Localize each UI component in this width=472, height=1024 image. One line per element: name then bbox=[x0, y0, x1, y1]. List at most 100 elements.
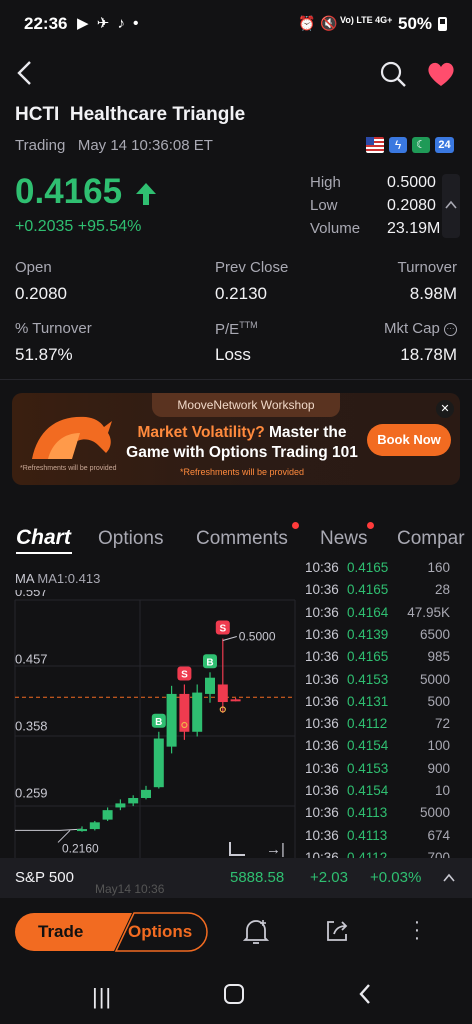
recent-apps-icon[interactable]: ||| bbox=[92, 984, 112, 1010]
trade-volume: 900 bbox=[427, 760, 450, 776]
trade-row: 10:36 0.4164 47.95K bbox=[305, 605, 450, 627]
trade-price: 0.4153 bbox=[347, 671, 389, 687]
volume-value: 23.19M bbox=[387, 220, 441, 237]
stock-name: Healthcare Triangle bbox=[69, 104, 246, 125]
price-alert-icon[interactable] bbox=[243, 918, 269, 946]
trade-row: 10:36 0.4131 500 bbox=[305, 693, 450, 716]
chart-time-label: May14 10:36 bbox=[95, 882, 165, 896]
trade-volume: 985 bbox=[427, 649, 450, 665]
index-ticker-bar[interactable]: S&P 500 May14 10:36 5888.58 +2.03 +0.03% bbox=[0, 858, 472, 898]
change-value: +0.2035 bbox=[15, 218, 74, 235]
trade-price: 0.4153 bbox=[347, 760, 389, 776]
trade-volume: 5000 bbox=[419, 805, 450, 821]
stat-open-value: 0.2080 bbox=[15, 284, 67, 303]
home-icon[interactable] bbox=[224, 984, 244, 1004]
index-change-pct: +0.03% bbox=[370, 869, 422, 886]
trade-volume: 160 bbox=[427, 560, 450, 575]
trade-price: 0.4154 bbox=[347, 783, 389, 798]
trade-volume: 700 bbox=[427, 849, 450, 858]
close-banner-icon[interactable]: ✕ bbox=[436, 400, 454, 418]
trade-volume: 28 bbox=[434, 582, 450, 598]
tab-news[interactable]: News bbox=[320, 528, 368, 550]
stock-title: HCTI Healthcare Triangle bbox=[15, 104, 245, 126]
detail-tabs: Chart Options Comments News Compar bbox=[0, 520, 472, 560]
trade-time: 10:36 bbox=[305, 760, 339, 776]
collapse-quote-button[interactable] bbox=[442, 174, 460, 238]
trade-time: 10:36 bbox=[305, 693, 339, 709]
banner-headline-accent: Market Volatility? bbox=[137, 424, 265, 441]
high-value: 0.5000 bbox=[387, 174, 436, 191]
banner-headline-rest: Master the bbox=[264, 424, 347, 441]
trade-time: 10:36 bbox=[305, 626, 339, 642]
status-time: 22:36 bbox=[24, 14, 68, 33]
banner-note: *Refreshments will be provided bbox=[179, 467, 305, 477]
share-icon[interactable] bbox=[324, 918, 350, 944]
options-button[interactable]: Options bbox=[128, 922, 192, 942]
stat-turnover-label: Turnover bbox=[397, 259, 457, 276]
tab-company[interactable]: Compar bbox=[397, 528, 465, 550]
trade-row: 10:36 0.4139 6500 bbox=[305, 626, 450, 649]
time-and-sales[interactable]: 10:36 0.4165 160 10:36 0.4165 28 10:36 0.4164 47… bbox=[0, 560, 472, 858]
trade-volume: 72 bbox=[434, 716, 450, 732]
more-info-icon[interactable]: ··· bbox=[444, 322, 457, 336]
stat-prevclose-label: Prev Close bbox=[215, 259, 289, 276]
trade-time: 10:36 bbox=[305, 805, 339, 821]
banner-tag: MooveNetwork Workshop bbox=[152, 393, 340, 417]
banner-note-small: *Refreshments will be provided bbox=[20, 465, 117, 472]
trade-row: 10:36 0.4153 5000 bbox=[305, 671, 450, 694]
trade-price: 0.4113 bbox=[347, 827, 388, 843]
trade-price: 0.4131 bbox=[347, 693, 389, 709]
chevron-up-icon[interactable] bbox=[442, 871, 456, 885]
last-price: 0.4165 bbox=[15, 172, 158, 212]
news-notification-dot bbox=[367, 522, 374, 529]
trade-time: 10:36 bbox=[305, 582, 339, 598]
more-vertical-icon[interactable]: · · · bbox=[412, 912, 422, 948]
arrow-up-icon bbox=[135, 182, 156, 205]
trade-price: 0.4139 bbox=[347, 626, 389, 642]
trade-price: 0.4165 bbox=[347, 582, 389, 598]
stat-pe-label: P/ETTM bbox=[215, 320, 258, 338]
quote-timestamp: May 14 10:36:08 ET bbox=[77, 137, 213, 154]
stat-mktcap-value: 18.78M bbox=[400, 345, 457, 364]
trade-price: 0.4112 bbox=[347, 716, 388, 732]
session-status: Trading bbox=[15, 137, 66, 154]
banner-headline: Market Volatility? Master the bbox=[122, 424, 362, 442]
trade-volume: 10 bbox=[434, 783, 450, 798]
trade-row: 10:36 0.4154 100 bbox=[305, 738, 450, 760]
tab-options[interactable]: Options bbox=[98, 528, 163, 550]
price-change: +0.2035 +95.54% bbox=[15, 218, 141, 236]
book-now-button[interactable]: Book Now bbox=[367, 424, 451, 456]
section-divider bbox=[0, 379, 472, 380]
trade-button[interactable]: Trade bbox=[38, 922, 83, 942]
high-label: High bbox=[310, 174, 341, 191]
moon-badge-icon: ☾ bbox=[412, 137, 430, 153]
low-value: 0.2080 bbox=[387, 197, 436, 214]
trade-time: 10:36 bbox=[305, 716, 339, 732]
trade-price: 0.4113 bbox=[347, 805, 388, 821]
trade-price: 0.4112 bbox=[347, 849, 388, 858]
trade-row: 10:36 0.4165 160 bbox=[305, 560, 450, 582]
trade-volume: 5000 bbox=[419, 671, 450, 687]
stat-pct-turnover-value: 51.87% bbox=[15, 345, 73, 364]
stat-turnover-value: 8.98M bbox=[409, 284, 457, 303]
back-icon[interactable] bbox=[12, 56, 38, 90]
bull-logo-icon bbox=[32, 416, 112, 459]
stat-pe-value: Loss bbox=[215, 345, 251, 364]
alarm-icon: ⏰ bbox=[298, 15, 316, 31]
trade-row: 10:36 0.4112 700 bbox=[305, 849, 450, 858]
back-nav-icon[interactable] bbox=[357, 983, 373, 1005]
trade-time: 10:36 bbox=[305, 738, 339, 754]
trade-price: 0.4154 bbox=[347, 738, 389, 754]
favorite-heart-icon[interactable] bbox=[426, 60, 456, 88]
search-icon[interactable] bbox=[379, 60, 407, 88]
trade-volume: 500 bbox=[427, 693, 450, 709]
battery-icon bbox=[438, 17, 447, 31]
system-nav-bar: ||| bbox=[0, 968, 472, 1024]
signal-text: Vo) LTE 4G+ bbox=[340, 15, 393, 25]
index-name: S&P 500 bbox=[15, 869, 74, 886]
notification-icons: ▶ ✈ ♪ • bbox=[77, 15, 141, 32]
promo-banner[interactable]: MooveNetwork Workshop *Refreshments will… bbox=[12, 393, 460, 485]
tab-comments[interactable]: Comments bbox=[196, 528, 288, 550]
tab-chart[interactable]: Chart bbox=[16, 526, 71, 550]
trade-row: 10:36 0.4113 674 bbox=[305, 827, 450, 850]
